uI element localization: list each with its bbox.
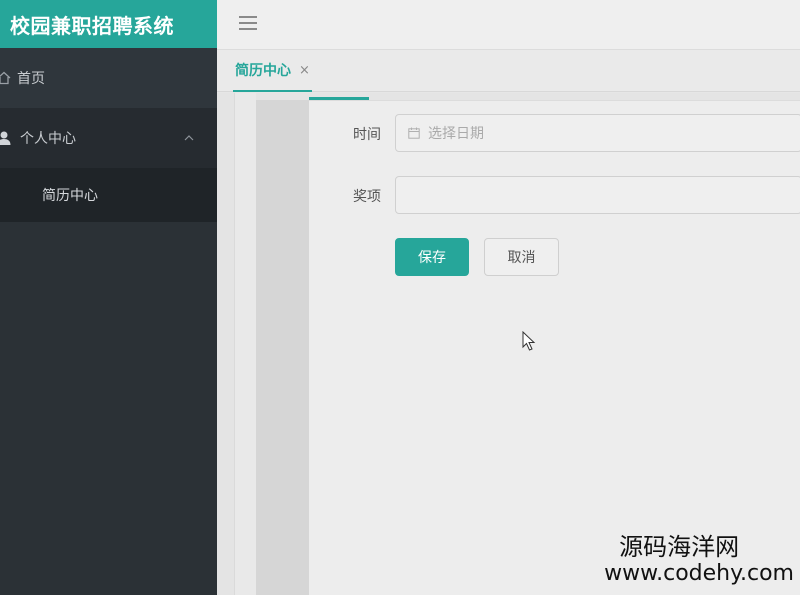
mouse-cursor-icon — [522, 331, 536, 351]
award-label: 奖项 — [353, 189, 381, 205]
cancel-button[interactable]: 取消 — [484, 238, 559, 276]
close-icon[interactable]: × — [299, 63, 310, 78]
content-gutter — [234, 93, 256, 595]
tab-bar: 简历中心 × — [217, 50, 800, 92]
date-placeholder: 选择日期 — [428, 126, 484, 142]
save-button[interactable]: 保存 — [395, 238, 469, 276]
panel-accent-bar — [309, 97, 369, 100]
form-panel — [309, 100, 800, 595]
sidebar: 校园兼职招聘系统 首页 个人中心 简历中心 — [0, 0, 217, 595]
tab-label: 简历中心 — [235, 63, 291, 79]
sidebar-subitem-resume-center[interactable]: 简历中心 — [0, 168, 217, 222]
time-label: 时间 — [353, 127, 381, 143]
user-icon — [0, 131, 11, 145]
tab-resume-center[interactable]: 简历中心 × — [233, 50, 312, 92]
top-header — [217, 0, 800, 50]
app-title: 校园兼职招聘系统 — [0, 0, 217, 48]
calendar-icon — [408, 127, 420, 139]
sidebar-item-label: 首页 — [17, 71, 45, 87]
sidebar-item-personal-center[interactable]: 个人中心 — [0, 108, 217, 168]
chevron-up-icon[interactable] — [183, 132, 195, 144]
award-input[interactable] — [395, 176, 800, 214]
sidebar-item-label: 个人中心 — [20, 131, 76, 147]
content-side-band — [256, 100, 309, 595]
date-picker-input[interactable]: 选择日期 — [395, 114, 800, 152]
sidebar-item-home[interactable]: 首页 — [0, 48, 217, 108]
menu-toggle-icon[interactable] — [239, 16, 257, 30]
home-icon — [0, 71, 11, 85]
sidebar-subitem-label: 简历中心 — [42, 188, 98, 204]
watermark-text: 源码海洋网 — [619, 533, 740, 561]
watermark-url: www.codehy.com — [604, 561, 794, 586]
watermark: 源码海洋网 www.codehy.com — [604, 533, 794, 587]
